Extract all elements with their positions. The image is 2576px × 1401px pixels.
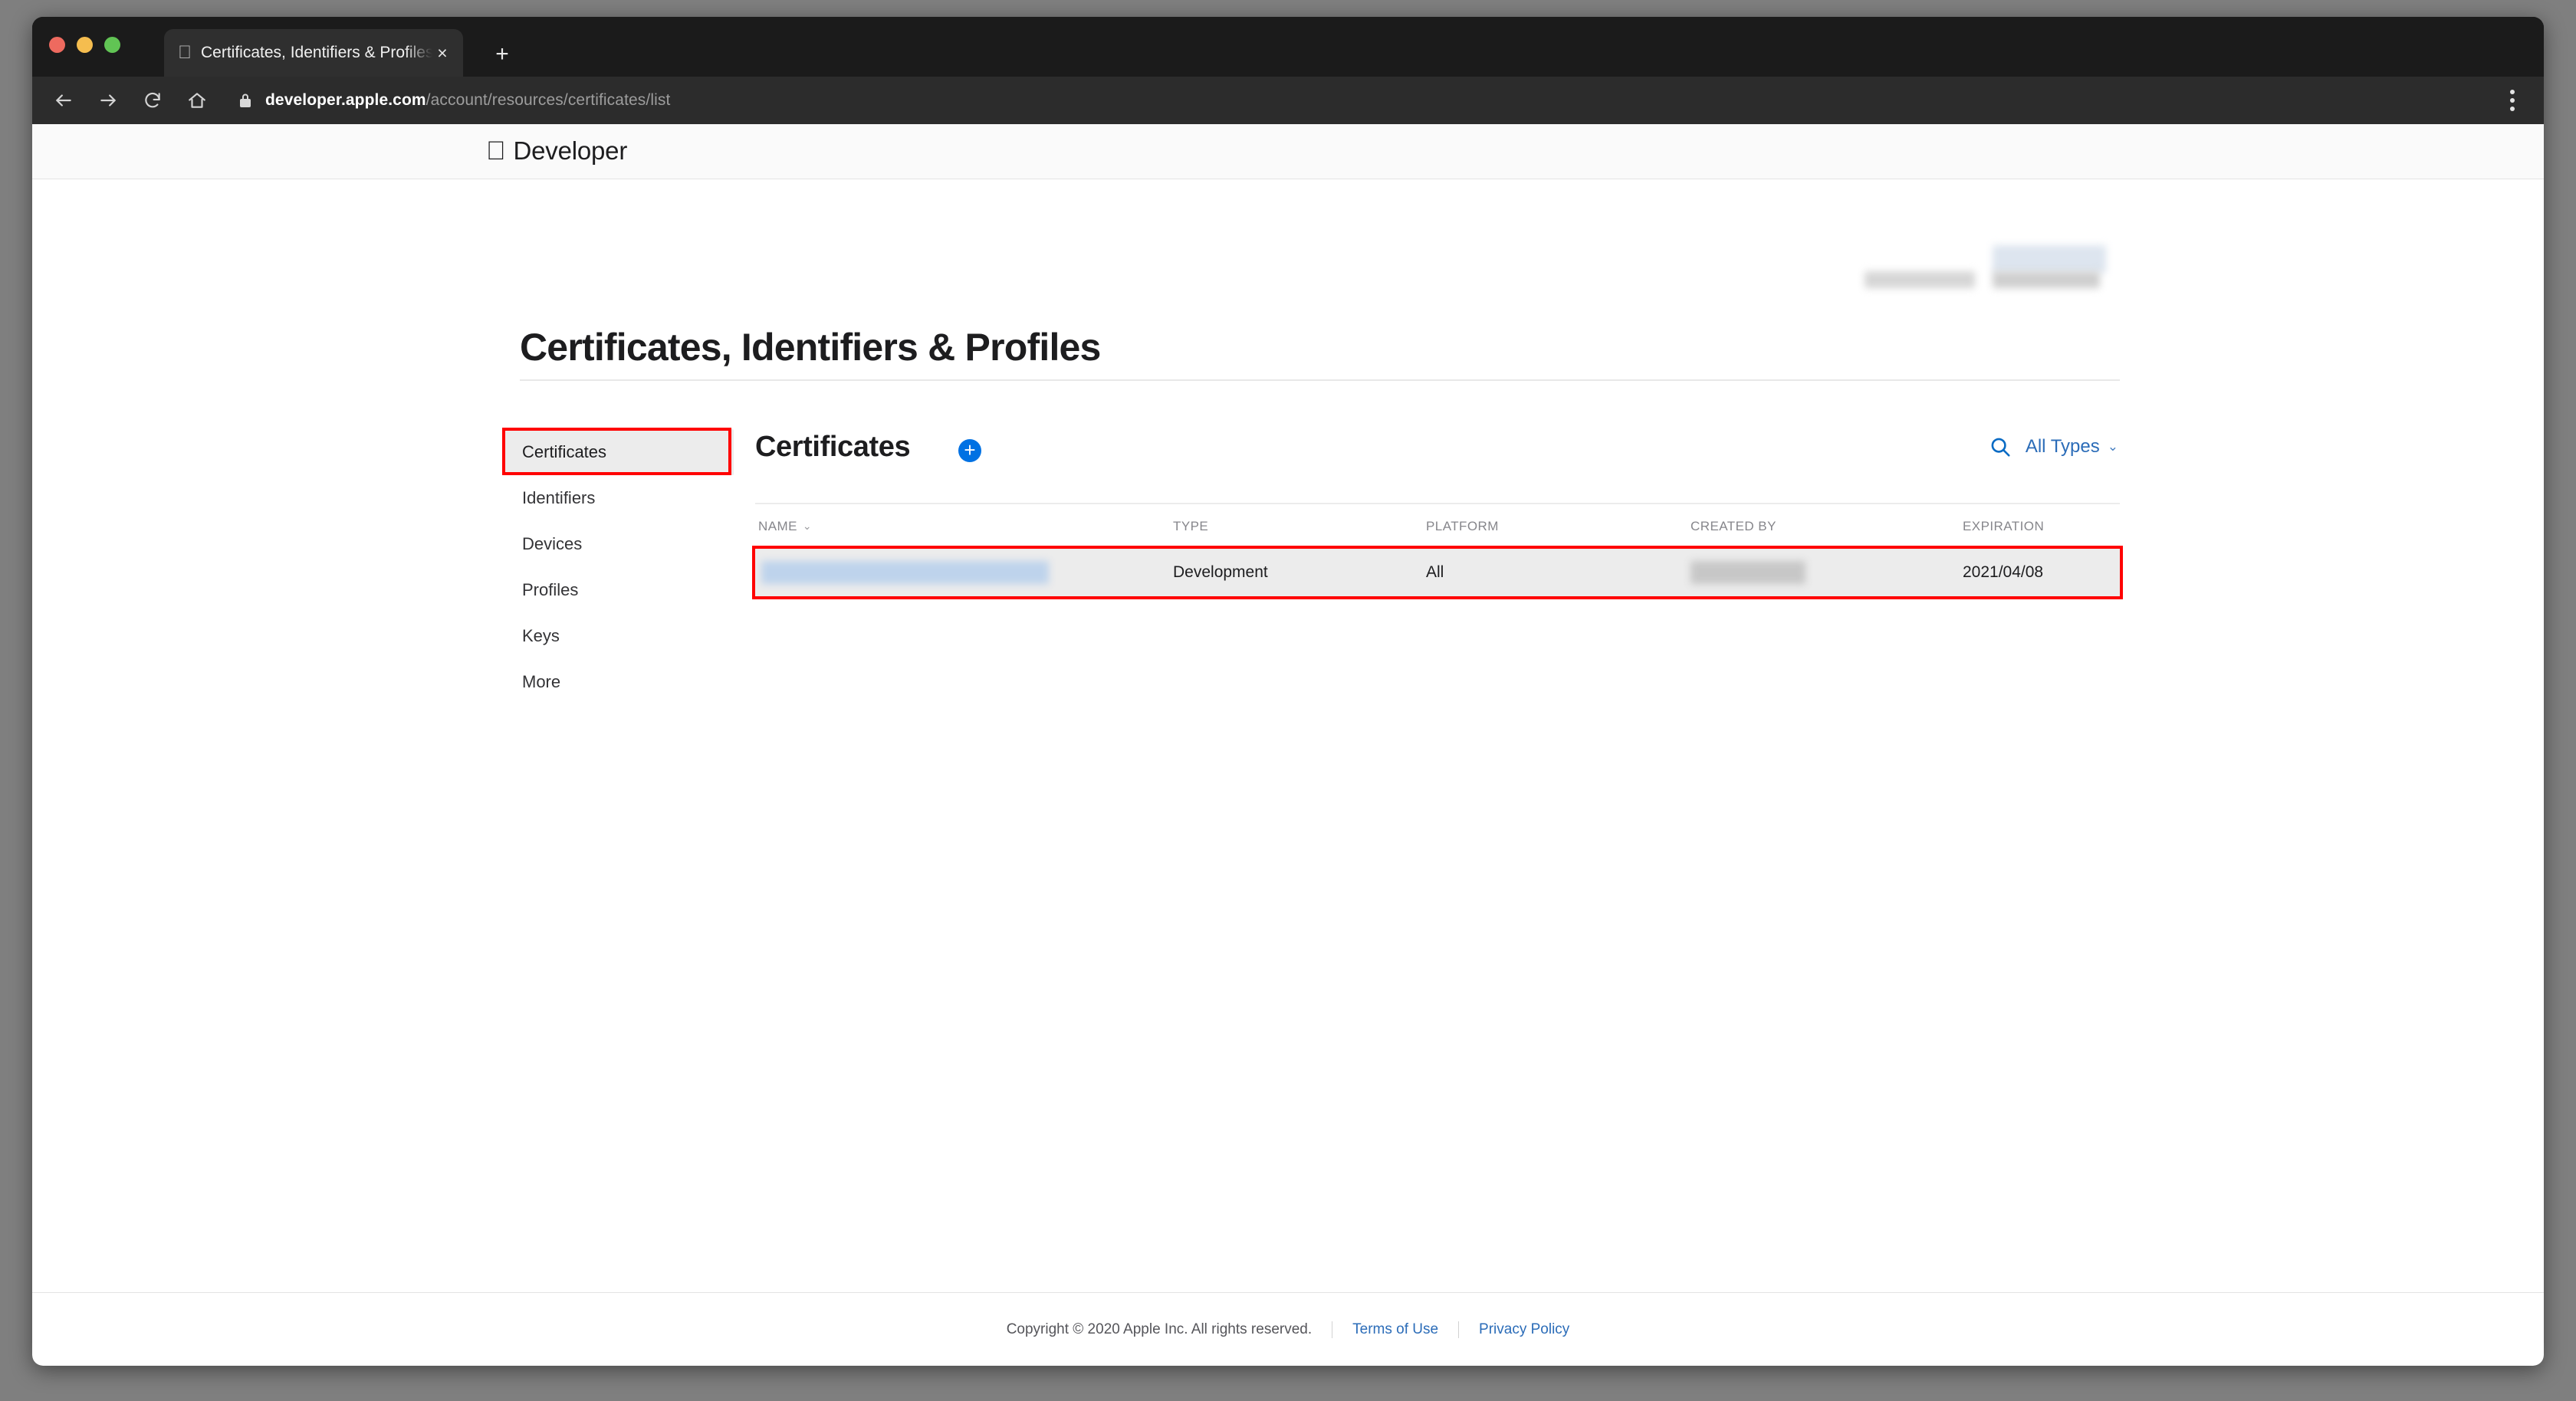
certificates-filter-area: All Types ⌄ [1989,435,2118,458]
copyright-text: Copyright © 2020 Apple Inc. All rights r… [1006,1321,1313,1337]
certificates-panel: Certificates + All Types ⌄ NAME ⌄ TYPE P… [752,429,2123,599]
close-icon[interactable]: × [432,44,452,62]
search-icon[interactable] [1989,435,2012,458]
url-host: developer.apple.com [265,91,426,109]
cell-platform: All [1426,563,1444,581]
name-redaction-block [761,561,1049,584]
browser-tab-strip:  Certificates, Identifiers & Profiles ×… [32,17,2544,77]
created-by-redaction-block [1691,561,1806,584]
column-header-type[interactable]: TYPE [1173,519,1426,534]
apple-icon:  [175,43,195,63]
account-name-redaction-left [1865,271,1975,288]
chevron-down-icon: ⌄ [802,520,813,532]
new-tab-button[interactable]: + [489,43,515,69]
certificates-panel-header: Certificates + All Types ⌄ [755,429,2120,477]
cell-created-by [1691,561,1963,584]
window-close-button[interactable] [49,37,65,53]
column-header-label: PLATFORM [1426,518,1499,533]
footer-divider [1458,1321,1460,1338]
sidebar-item-label: Devices [522,534,583,553]
apple-developer-logo[interactable]:  Developer [486,136,627,166]
terms-of-use-link[interactable]: Terms of Use [1352,1321,1438,1338]
column-header-label: EXPIRATION [1963,518,2045,533]
window-minimize-button[interactable] [77,37,93,53]
back-arrow-icon[interactable] [51,87,77,113]
page-footer: Copyright © 2020 Apple Inc. All rights r… [32,1292,2544,1366]
table-row[interactable]: Development All 2021/04/08 [752,546,2123,599]
column-header-label: NAME [758,518,797,533]
browser-toolbar: developer.apple.com/account/resources/ce… [32,77,2544,124]
account-name-redaction-right [1993,271,2100,288]
column-header-name[interactable]: NAME ⌄ [755,519,1173,534]
column-header-label: TYPE [1173,518,1209,533]
chevron-down-icon: ⌄ [2107,439,2118,454]
cell-type: Development [1173,563,1268,581]
column-header-platform[interactable]: PLATFORM [1426,519,1691,534]
certificates-table: NAME ⌄ TYPE PLATFORM CREATED BY EXPIRATI… [752,503,2123,599]
sidebar-item-label: Certificates [522,442,607,461]
sidebar-item-keys[interactable]: Keys [504,613,734,659]
developer-wordmark: Developer [494,136,628,165]
url-path: /account/resources/certificates/list [426,91,671,109]
home-icon[interactable] [184,87,210,113]
column-header-expiration[interactable]: EXPIRATION [1963,519,2116,534]
window-traffic-lights [49,37,120,53]
browser-tab-title: Certificates, Identifiers & Profiles [201,44,432,61]
sidebar-nav: Certificates Identifiers Devices Profile… [504,429,734,705]
page-title: Certificates, Identifiers & Profiles [520,326,1101,369]
apple-logo-icon:  [486,138,506,164]
window-maximize-button[interactable] [104,37,120,53]
type-filter-dropdown[interactable]: All Types ⌄ [2026,436,2118,458]
sidebar-item-label: Keys [522,626,560,645]
table-header-row: NAME ⌄ TYPE PLATFORM CREATED BY EXPIRATI… [755,504,2120,549]
column-header-label: CREATED BY [1691,518,1776,533]
sidebar-item-label: Profiles [522,580,579,599]
type-filter-label: All Types [2025,436,2100,457]
cell-expiration: 2021/04/08 [1963,563,2044,581]
address-bar[interactable]: developer.apple.com/account/resources/ce… [238,85,2493,116]
browser-tab[interactable]:  Certificates, Identifiers & Profiles × [164,29,463,77]
sidebar-item-label: More [522,672,561,691]
sidebar-item-devices[interactable]: Devices [504,521,734,567]
sidebar-item-certificates[interactable]: Certificates [504,429,734,475]
sidebar-item-identifiers[interactable]: Identifiers [504,475,734,521]
forward-arrow-icon[interactable] [95,87,121,113]
account-redaction-block [1993,245,2106,273]
sidebar-item-label: Identifiers [522,488,596,507]
page-viewport:  Developer Certificates, Identifiers & … [32,124,2544,1366]
browser-window:  Certificates, Identifiers & Profiles ×… [32,17,2544,1366]
lock-icon [238,92,253,109]
cell-name [755,561,1173,584]
site-header:  Developer [32,124,2544,179]
add-certificate-button[interactable]: + [958,439,981,462]
column-header-created-by[interactable]: CREATED BY [1691,519,1963,534]
privacy-policy-link[interactable]: Privacy Policy [1479,1321,1569,1338]
sidebar-item-more[interactable]: More [504,659,734,705]
address-bar-url: developer.apple.com/account/resources/ce… [265,91,670,110]
reload-icon[interactable] [140,87,166,113]
three-dot-menu-icon[interactable] [2493,81,2532,120]
certificates-heading: Certificates [755,431,911,463]
sidebar-item-profiles[interactable]: Profiles [504,567,734,613]
title-divider [520,379,2120,381]
